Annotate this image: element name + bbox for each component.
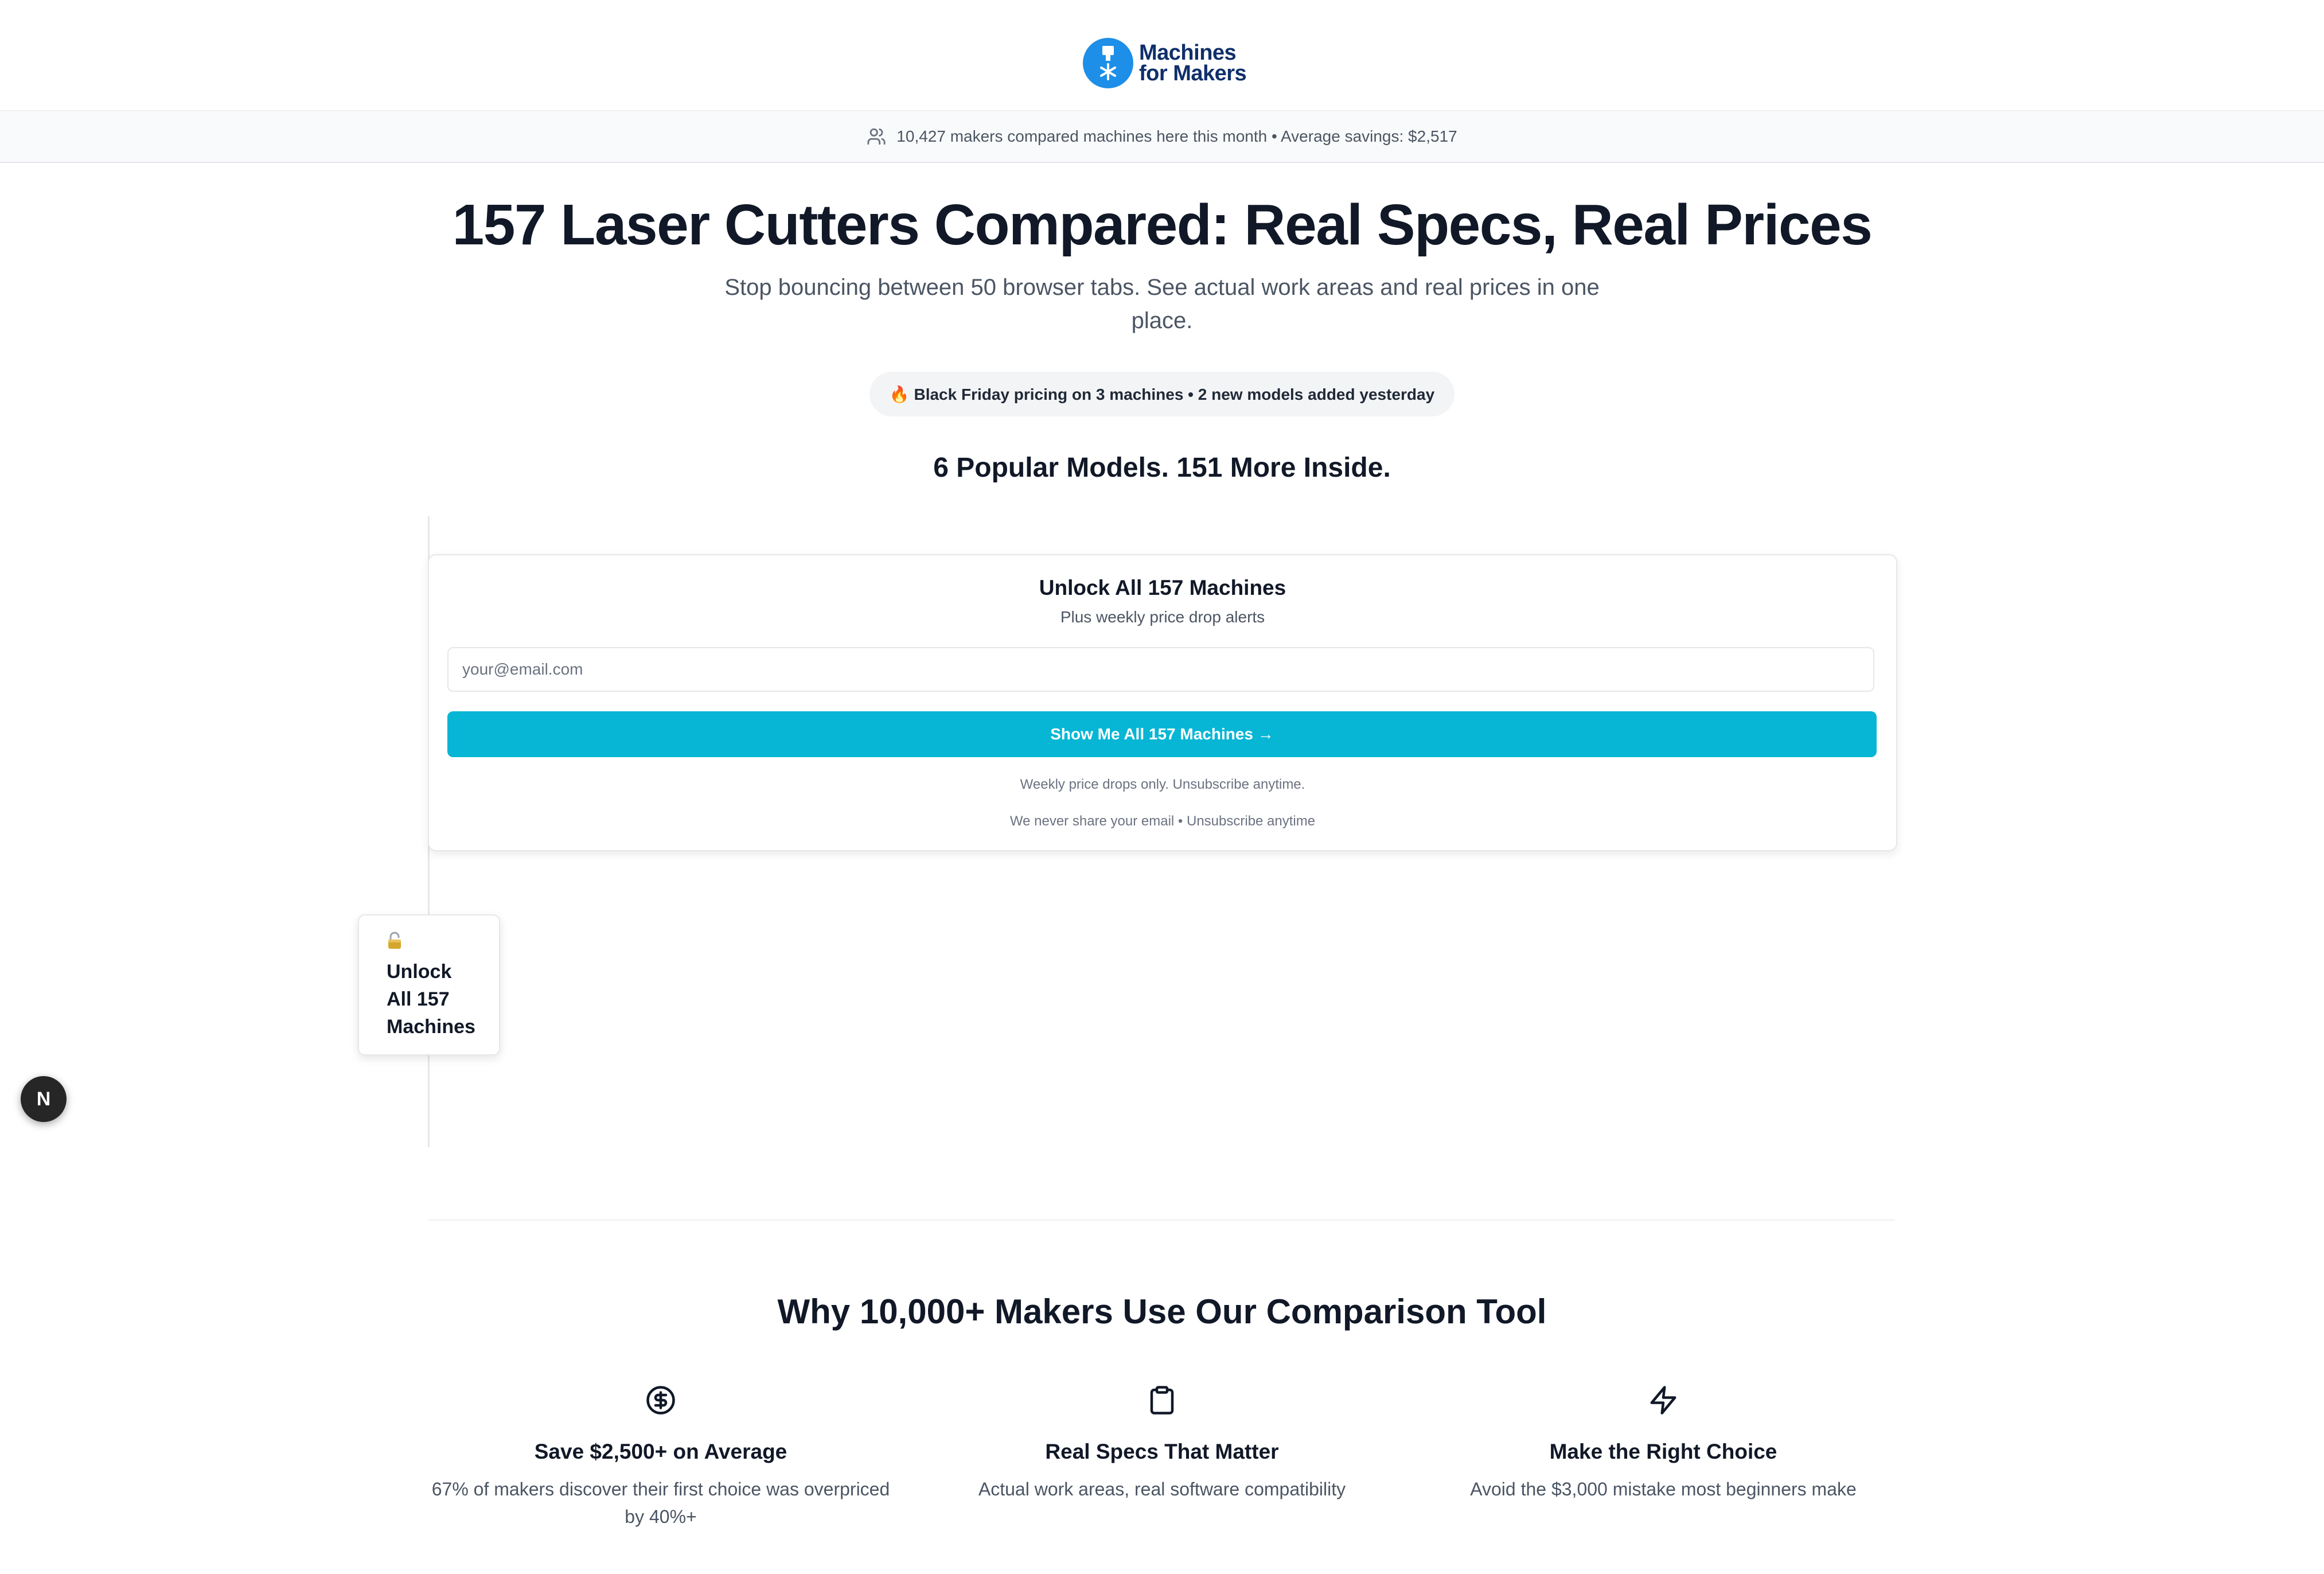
feature-title: Real Specs That Matter — [1045, 1440, 1279, 1463]
brand-name-line1: Machines — [1139, 41, 1237, 65]
feature-title: Save $2,500+ on Average — [534, 1440, 787, 1463]
floating-unlock-label: Unlock All 157 Machines — [387, 958, 490, 1041]
section-divider — [428, 1220, 1895, 1221]
unlock-card: Unlock All 157 Machines Plus weekly pric… — [428, 554, 1897, 851]
lightning-icon — [1428, 1385, 1898, 1417]
laser-logo-icon — [1083, 38, 1133, 88]
dollar-circle-icon — [426, 1385, 896, 1417]
email-field[interactable] — [447, 647, 1874, 692]
floating-unlock-line2: All 157 — [387, 988, 450, 1010]
feature-choice: Make the Right Choice Avoid the $3,000 m… — [1428, 1385, 1898, 1503]
feature-title: Make the Right Choice — [1549, 1440, 1777, 1463]
fine-print-privacy: We never share your email • Unsubscribe … — [1009, 813, 1316, 829]
fine-print-weekly: Weekly price drops only. Unsubscribe any… — [1020, 777, 1305, 792]
feature-description: Actual work areas, real software compati… — [978, 1479, 1346, 1499]
floating-unlock-card[interactable]: Unlock All 157 Machines — [358, 914, 500, 1055]
page-title: 157 Laser Cutters Compared: Real Specs, … — [452, 193, 1873, 257]
dev-tools-badge[interactable]: N — [21, 1076, 67, 1122]
site-header: Machines for Makers — [0, 0, 2324, 110]
social-proof-text: 10,427 makers compared machines here thi… — [896, 127, 1457, 145]
social-proof-bar: 10,427 makers compared machines here thi… — [0, 110, 2324, 163]
feature-specs: Real Specs That Matter Actual work areas… — [927, 1385, 1397, 1503]
floating-unlock-line3: Machines — [387, 1016, 475, 1038]
brand-name: Machines for Makers — [1139, 41, 1247, 85]
feature-description: Avoid the $3,000 mistake most beginners … — [1470, 1479, 1857, 1499]
clipboard-icon — [927, 1385, 1397, 1417]
floating-unlock-line1: Unlock — [387, 961, 452, 983]
feature-description: 67% of makers discover their first choic… — [431, 1479, 890, 1527]
models-section-title: 6 Popular Models. 151 More Inside. — [933, 453, 1391, 483]
unlock-card-subtitle: Plus weekly price drop alerts — [1060, 608, 1265, 626]
lock-icon — [387, 932, 403, 953]
feature-savings: Save $2,500+ on Average 67% of makers di… — [426, 1385, 896, 1530]
users-icon — [867, 128, 886, 145]
brand-name-line2: for Makers — [1139, 61, 1247, 85]
unlock-card-title: Unlock All 157 Machines — [1039, 576, 1286, 599]
promo-badge: 🔥 Black Friday pricing on 3 machines • 2… — [869, 372, 1455, 416]
show-all-machines-button[interactable]: Show Me All 157 Machines → — [447, 711, 1877, 757]
why-section-title: Why 10,000+ Makers Use Our Comparison To… — [777, 1292, 1547, 1331]
hero-subtitle: Stop bouncing between 50 browser tabs. S… — [724, 275, 1600, 333]
brand-logo[interactable]: Machines for Makers — [1083, 38, 1247, 88]
